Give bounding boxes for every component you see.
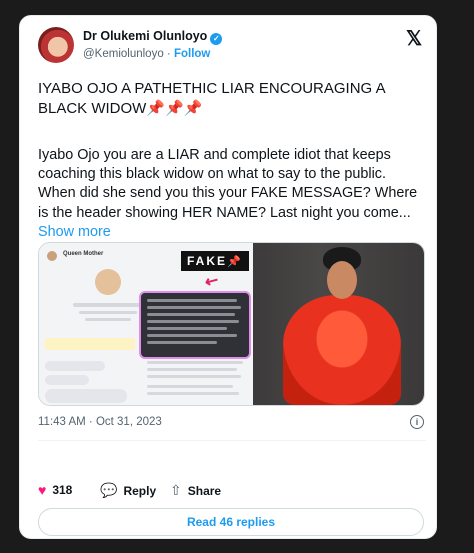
follow-button[interactable]: Follow xyxy=(174,48,210,60)
share-button[interactable]: ⇧ Share xyxy=(170,482,221,499)
chat-bubble xyxy=(45,389,127,403)
photo-image[interactable] xyxy=(253,243,424,405)
face-shape xyxy=(327,261,357,299)
profile-picture xyxy=(95,269,121,295)
separator: · xyxy=(166,48,171,60)
author-name-text[interactable]: Dr Olukemi Olunloyo xyxy=(83,29,207,43)
tweet-title: IYABO OJO A PATHETHIC LIAR ENCOURAGING A… xyxy=(38,80,385,117)
reply-label: Reply xyxy=(123,483,157,498)
tweet-media[interactable]: Queen Mother FAKE📌 ↙ xyxy=(38,242,425,406)
author-name[interactable]: Dr Olukemi Olunloyo ✓ xyxy=(83,29,223,45)
placeholder-line xyxy=(147,361,243,364)
placeholder-line xyxy=(79,311,137,314)
placeholder-line xyxy=(147,375,241,378)
reply-button[interactable]: 💬 Reply xyxy=(100,482,156,499)
screenshot-image[interactable]: Queen Mother FAKE📌 ↙ xyxy=(39,243,253,405)
reply-icon: 💬 xyxy=(100,482,118,498)
msg-line xyxy=(147,327,227,330)
tweet-timestamp[interactable]: 11:43 AM · Oct 31, 2023 xyxy=(38,416,162,428)
placeholder-line xyxy=(85,318,131,321)
author-handle[interactable]: @Kemiolunloyo xyxy=(83,48,164,60)
highlighted-text xyxy=(45,338,135,350)
divider xyxy=(38,440,426,441)
red-dress-shape xyxy=(283,295,401,405)
heart-icon: ♥ xyxy=(38,482,47,498)
msg-line xyxy=(147,306,241,309)
msg-line xyxy=(147,313,235,316)
chat-bubble xyxy=(45,361,105,371)
share-icon: ⇧ xyxy=(170,482,182,498)
like-button[interactable]: ♥ 318 xyxy=(38,482,72,498)
tweet-body-text: Iyabo Ojo you are a LIAR and complete id… xyxy=(38,147,418,221)
placeholder-line xyxy=(147,392,239,395)
highlighted-message xyxy=(139,291,251,359)
pin-icon: 📌 xyxy=(227,256,243,268)
show-more-link[interactable]: Show more xyxy=(38,224,111,240)
placeholder-line xyxy=(73,303,143,307)
share-label: Share xyxy=(187,483,222,498)
fake-label: FAKE📌 xyxy=(181,251,249,271)
fake-label-text: FAKE xyxy=(187,254,228,268)
placeholder-line xyxy=(147,368,237,371)
red-arrow-icon: ↙ xyxy=(201,270,222,293)
tweet-body: Iyabo Ojo you are a LIAR and complete id… xyxy=(38,146,426,242)
placeholder-line xyxy=(147,385,233,388)
chat-bubble xyxy=(45,375,89,385)
handle-row: @Kemiolunloyo · Follow xyxy=(83,48,210,60)
msg-line xyxy=(147,334,237,337)
verified-badge-icon: ✓ xyxy=(210,33,223,45)
msg-line xyxy=(147,320,239,323)
msg-line xyxy=(147,341,217,344)
avatar[interactable] xyxy=(38,27,74,63)
x-logo-icon[interactable]: 𝕏 xyxy=(406,26,422,51)
tweet-card: Dr Olukemi Olunloyo ✓ @Kemiolunloyo · Fol… xyxy=(19,15,437,539)
like-count: 318 xyxy=(52,483,73,497)
msg-line xyxy=(147,299,237,302)
read-replies-button[interactable]: Read 46 replies xyxy=(38,508,424,536)
profile-name: Queen Mother xyxy=(63,251,104,257)
profile-thumb xyxy=(47,251,57,261)
info-icon[interactable]: i xyxy=(410,415,424,429)
